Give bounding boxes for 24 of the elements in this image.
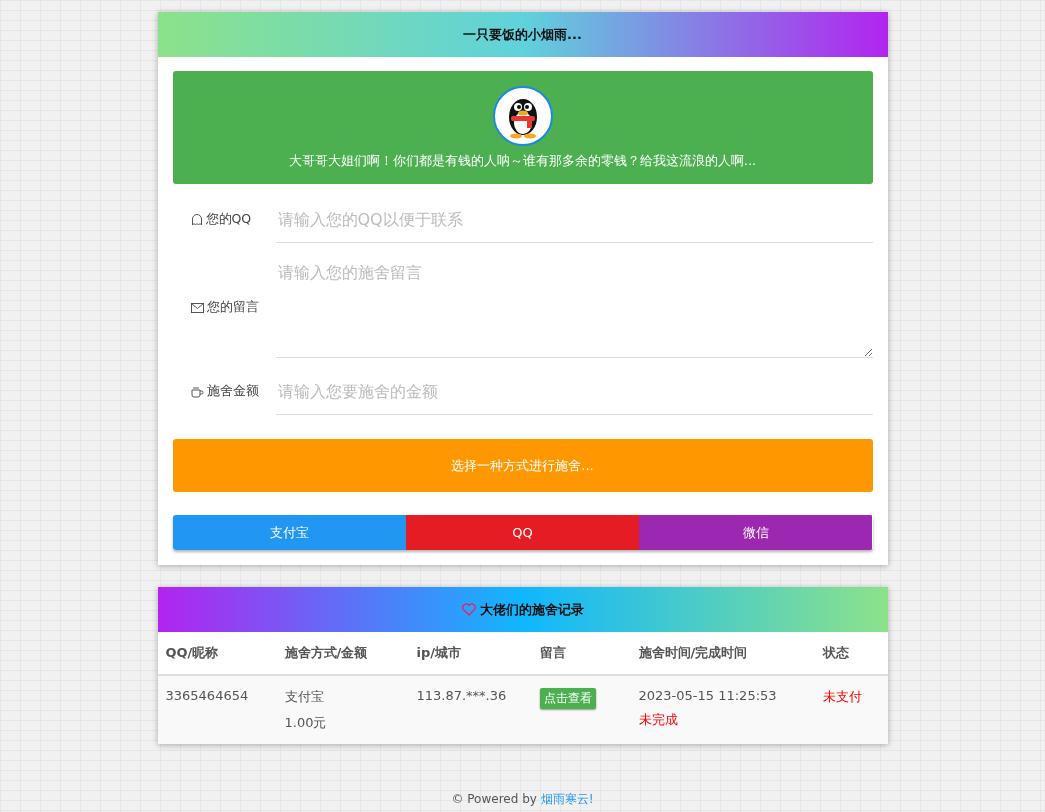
ghost-icon [190, 213, 203, 226]
field-label: 您的QQ [205, 211, 252, 228]
card-title: 大佬们的施舍记录 [479, 600, 584, 619]
table-cell: 支付宝 [284, 688, 324, 706]
view-button[interactable]: 点击查看 [539, 688, 596, 709]
table-cell: 3365464654 [165, 688, 249, 703]
payment-button[interactable]: QQ [405, 515, 640, 550]
field-label: 施舍金额 [206, 383, 259, 400]
footer-text: © Powered by 烟雨寒云! [451, 791, 594, 808]
mail-icon [190, 302, 204, 313]
table-cell: 2023-05-15 11:25:53 [638, 688, 777, 703]
card-header: 一只要饭的小烟雨... [157, 12, 888, 57]
field-label: 您的留言 [206, 299, 259, 316]
prompt-bar: 选择一种方式进行施舍... [172, 439, 873, 492]
payment-button[interactable]: 支付宝 [172, 515, 406, 550]
heart-icon [461, 603, 476, 616]
payment-button[interactable]: 微信 [639, 515, 873, 550]
completion-status: 未完成 [638, 711, 678, 729]
payment-status: 未支付 [822, 688, 862, 706]
author-link[interactable]: 烟雨寒云! [540, 792, 594, 806]
cup-icon [190, 385, 204, 398]
banner-text: 大哥哥大姐们啊！你们都是有钱的人呐～谁有那多余的零钱？给我这流浪的人啊... [288, 151, 757, 170]
table-cell: 1.00元 [284, 714, 327, 732]
table-cell: 113.87.***.36 [416, 688, 507, 703]
